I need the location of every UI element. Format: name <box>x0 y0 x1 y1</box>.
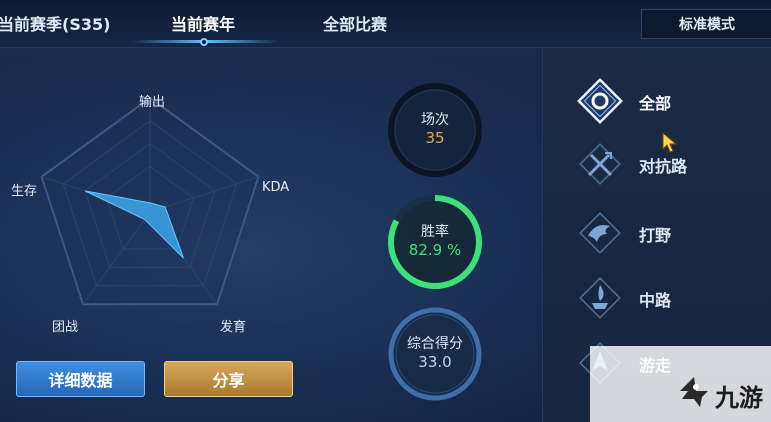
matches-label: 场次 <box>421 112 449 128</box>
mouse-cursor-icon <box>662 132 678 153</box>
watermark-text: 九游 <box>715 384 763 412</box>
top-tab-bar: 当前赛季(S35) 当前赛年 全部比赛 标准模式 <box>0 0 771 48</box>
radar-grid <box>40 96 260 306</box>
role-label-mid-lane: 中路 <box>639 291 672 310</box>
detail-data-button[interactable]: 详细数据 <box>16 361 145 397</box>
matches-stat: 场次 35 <box>387 82 483 178</box>
jungle-icon <box>579 212 621 254</box>
tab-all-matches[interactable]: 全部比赛 <box>323 11 387 35</box>
radar-chart <box>40 96 260 306</box>
radar-axis-label-output: 输出 <box>139 95 166 110</box>
score-label: 综合得分 <box>407 336 463 352</box>
active-tab-dot <box>200 38 208 46</box>
role-item-all[interactable]: 全部 <box>543 76 771 126</box>
role-label-jungle: 打野 <box>639 226 672 245</box>
clash-lane-icon <box>579 143 621 185</box>
radar-axis-label-teamfight: 团战 <box>52 320 79 335</box>
role-item-jungle[interactable]: 打野 <box>543 208 771 258</box>
jiuyou-logo-icon <box>680 377 708 407</box>
mid-lane-icon <box>579 277 621 319</box>
winrate-value: 82.9 % <box>408 241 462 259</box>
role-label-clash-lane: 对抗路 <box>639 157 688 176</box>
role-item-clash-lane[interactable]: 对抗路 <box>543 139 771 189</box>
tab-current-year[interactable]: 当前赛年 <box>171 11 235 35</box>
score-stat: 综合得分 33.0 <box>387 306 483 402</box>
radar-axis-label-growth: 发育 <box>220 320 247 335</box>
radar-axis-label-kda: KDA <box>262 180 290 195</box>
all-role-icon <box>577 78 623 124</box>
radar-axis-label-survival: 生存 <box>11 184 38 199</box>
winrate-label: 胜率 <box>421 224 449 240</box>
tab-current-season[interactable]: 当前赛季(S35) <box>0 11 110 35</box>
role-item-mid-lane[interactable]: 中路 <box>543 273 771 323</box>
share-button[interactable]: 分享 <box>164 361 293 397</box>
role-label-all: 全部 <box>639 94 672 113</box>
mode-select-button[interactable]: 标准模式 <box>641 9 771 39</box>
score-value: 33.0 <box>418 353 452 371</box>
game-stats-screen: 当前赛季(S35) 当前赛年 全部比赛 标准模式 输出 KDA 发育 团战 生存… <box>0 0 771 422</box>
matches-value: 35 <box>425 129 445 147</box>
winrate-stat: 胜率 82.9 % <box>387 194 483 290</box>
